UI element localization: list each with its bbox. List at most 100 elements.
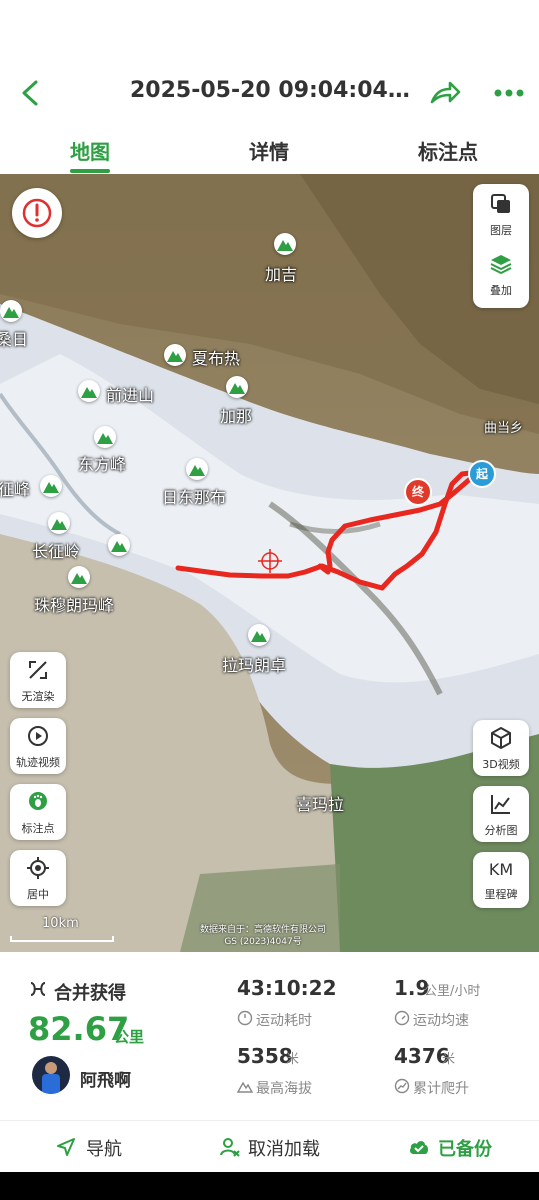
- navigate-button[interactable]: 导航: [56, 1133, 166, 1163]
- navigation-arrow-icon: [57, 1138, 75, 1156]
- cube-icon: [491, 727, 511, 749]
- bottom-action-bar: 导航 取消加载 已备份: [0, 1120, 539, 1173]
- tab-markers[interactable]: 标注点: [418, 136, 478, 165]
- distance-unit: 公里: [114, 1028, 145, 1046]
- analysis-label: 分析图: [484, 824, 518, 837]
- share-button[interactable]: [428, 76, 462, 110]
- user-remove-icon: [220, 1138, 240, 1157]
- overlay-label: 叠加: [490, 284, 512, 297]
- total-climb-label: 累计爬升: [413, 1081, 469, 1097]
- backed-up-button[interactable]: 已备份: [408, 1133, 518, 1163]
- expand-icon: [29, 661, 47, 679]
- place-label: 桑日: [0, 330, 29, 349]
- cancel-load-label: 取消加载: [248, 1139, 320, 1160]
- place-label: 曲当乡: [484, 421, 524, 436]
- layers-icon: [491, 194, 510, 213]
- mountain-icon: [48, 512, 70, 534]
- tab-details[interactable]: 详情: [249, 136, 289, 165]
- mountain-icon: [78, 380, 100, 402]
- place-label: 征峰: [0, 480, 31, 499]
- merged-label: 合并获得: [54, 983, 126, 1004]
- cloud-check-icon: [410, 1141, 428, 1154]
- milestones-label: 里程碑: [484, 888, 518, 901]
- merge-icon: [30, 982, 46, 996]
- speed-label: 运动均速: [413, 1013, 469, 1029]
- place-label: 日东那布: [162, 488, 227, 507]
- video-3d-button[interactable]: 3D视频: [473, 720, 529, 776]
- attribution-line-2: GS (2023)4047号: [224, 937, 302, 947]
- duration-value: 43:10:22: [237, 976, 337, 1000]
- map-view[interactable]: 加吉 桑日 夏布热 前进山 加那 东方峰 日东那布 征峰 长征岭 珠穆朗玛峰 拉…: [0, 174, 539, 952]
- place-label: 前进山: [106, 386, 155, 405]
- speedometer-icon: [394, 1010, 410, 1026]
- mountain-icon: [94, 426, 116, 448]
- track-video-label: 轨迹视频: [16, 756, 60, 769]
- mountain-icon: [248, 624, 270, 646]
- chevron-left-icon: [22, 80, 38, 106]
- map-layer-panel: 图层 叠加: [473, 184, 529, 308]
- page-title: 2025-05-20 09:04:04+2...: [130, 78, 420, 103]
- duration-label: 运动耗时: [256, 1013, 312, 1029]
- attribution-line-1: 数据来自于：高德软件有限公司: [200, 925, 327, 935]
- scale-label: 10km: [42, 916, 79, 931]
- milestones-button[interactable]: KM 里程碑: [473, 852, 529, 908]
- center-label: 居中: [27, 888, 49, 901]
- username[interactable]: 阿飛啊: [80, 1066, 131, 1091]
- max-altitude-value: 5358: [237, 1044, 293, 1068]
- place-label: 珠穆朗玛峰: [34, 596, 115, 615]
- footprint-icon: [29, 792, 47, 810]
- map-scale: 10km: [10, 916, 114, 942]
- back-button[interactable]: [14, 76, 48, 110]
- system-navigation-bar: [0, 1172, 539, 1200]
- alert-icon: [22, 198, 52, 228]
- mountain-icon: [274, 233, 296, 255]
- end-marker[interactable]: 终: [404, 478, 432, 506]
- place-label: 加那: [220, 407, 253, 426]
- active-tab-indicator: [70, 169, 110, 173]
- mountain-icon: [40, 475, 62, 497]
- mountain-icon: [68, 566, 90, 588]
- more-dots-icon: [494, 89, 524, 97]
- max-altitude-unit: 米: [286, 1052, 300, 1067]
- status-bar: [0, 0, 539, 62]
- alert-button[interactable]: [12, 188, 62, 238]
- no-render-button[interactable]: 无渲染: [10, 652, 66, 708]
- backed-up-label: 已备份: [438, 1139, 492, 1160]
- tab-bar: 地图 详情 标注点: [0, 124, 539, 174]
- layers-button[interactable]: 图层: [473, 184, 529, 246]
- analysis-button[interactable]: 分析图: [473, 786, 529, 842]
- satellite-map: [0, 174, 539, 952]
- place-label: 东方峰: [78, 455, 127, 474]
- play-circle-icon: [28, 726, 48, 746]
- markers-button[interactable]: 标注点: [10, 784, 66, 840]
- more-button[interactable]: [492, 80, 526, 106]
- place-label: 加吉: [265, 265, 298, 284]
- video-3d-label: 3D视频: [482, 758, 520, 771]
- start-marker[interactable]: 起: [468, 460, 496, 488]
- tab-map[interactable]: 地图: [70, 136, 110, 165]
- place-label: 长征岭: [32, 542, 81, 561]
- no-render-label: 无渲染: [21, 690, 55, 703]
- mountain-icon: [108, 534, 130, 556]
- stats-panel: 合并获得 82.67 公里 阿飛啊 43:10:22 运动耗时 1.9 公里/小…: [0, 952, 539, 1122]
- center-button[interactable]: 居中: [10, 850, 66, 906]
- speed-unit: 公里/小时: [424, 984, 481, 999]
- place-label: 喜玛拉: [296, 795, 345, 814]
- mountain-icon: [226, 376, 248, 398]
- track-video-button[interactable]: 轨迹视频: [10, 718, 66, 774]
- avatar[interactable]: [32, 1056, 70, 1094]
- place-label: 拉玛朗卓: [222, 656, 287, 675]
- total-climb-unit: 米: [442, 1052, 456, 1067]
- layers-label: 图层: [490, 224, 512, 237]
- chart-icon: [491, 795, 510, 814]
- mountain-icon: [0, 300, 22, 322]
- top-bar: 2025-05-20 09:04:04+2...: [0, 62, 539, 124]
- max-altitude-label: 最高海拔: [256, 1081, 312, 1097]
- share-icon: [430, 81, 461, 104]
- stack-icon: [490, 255, 512, 275]
- locate-icon: [27, 857, 49, 879]
- place-label: 夏布热: [192, 349, 241, 368]
- cancel-load-button[interactable]: 取消加载: [220, 1133, 340, 1163]
- climb-icon: [394, 1078, 410, 1094]
- overlay-button[interactable]: 叠加: [473, 246, 529, 308]
